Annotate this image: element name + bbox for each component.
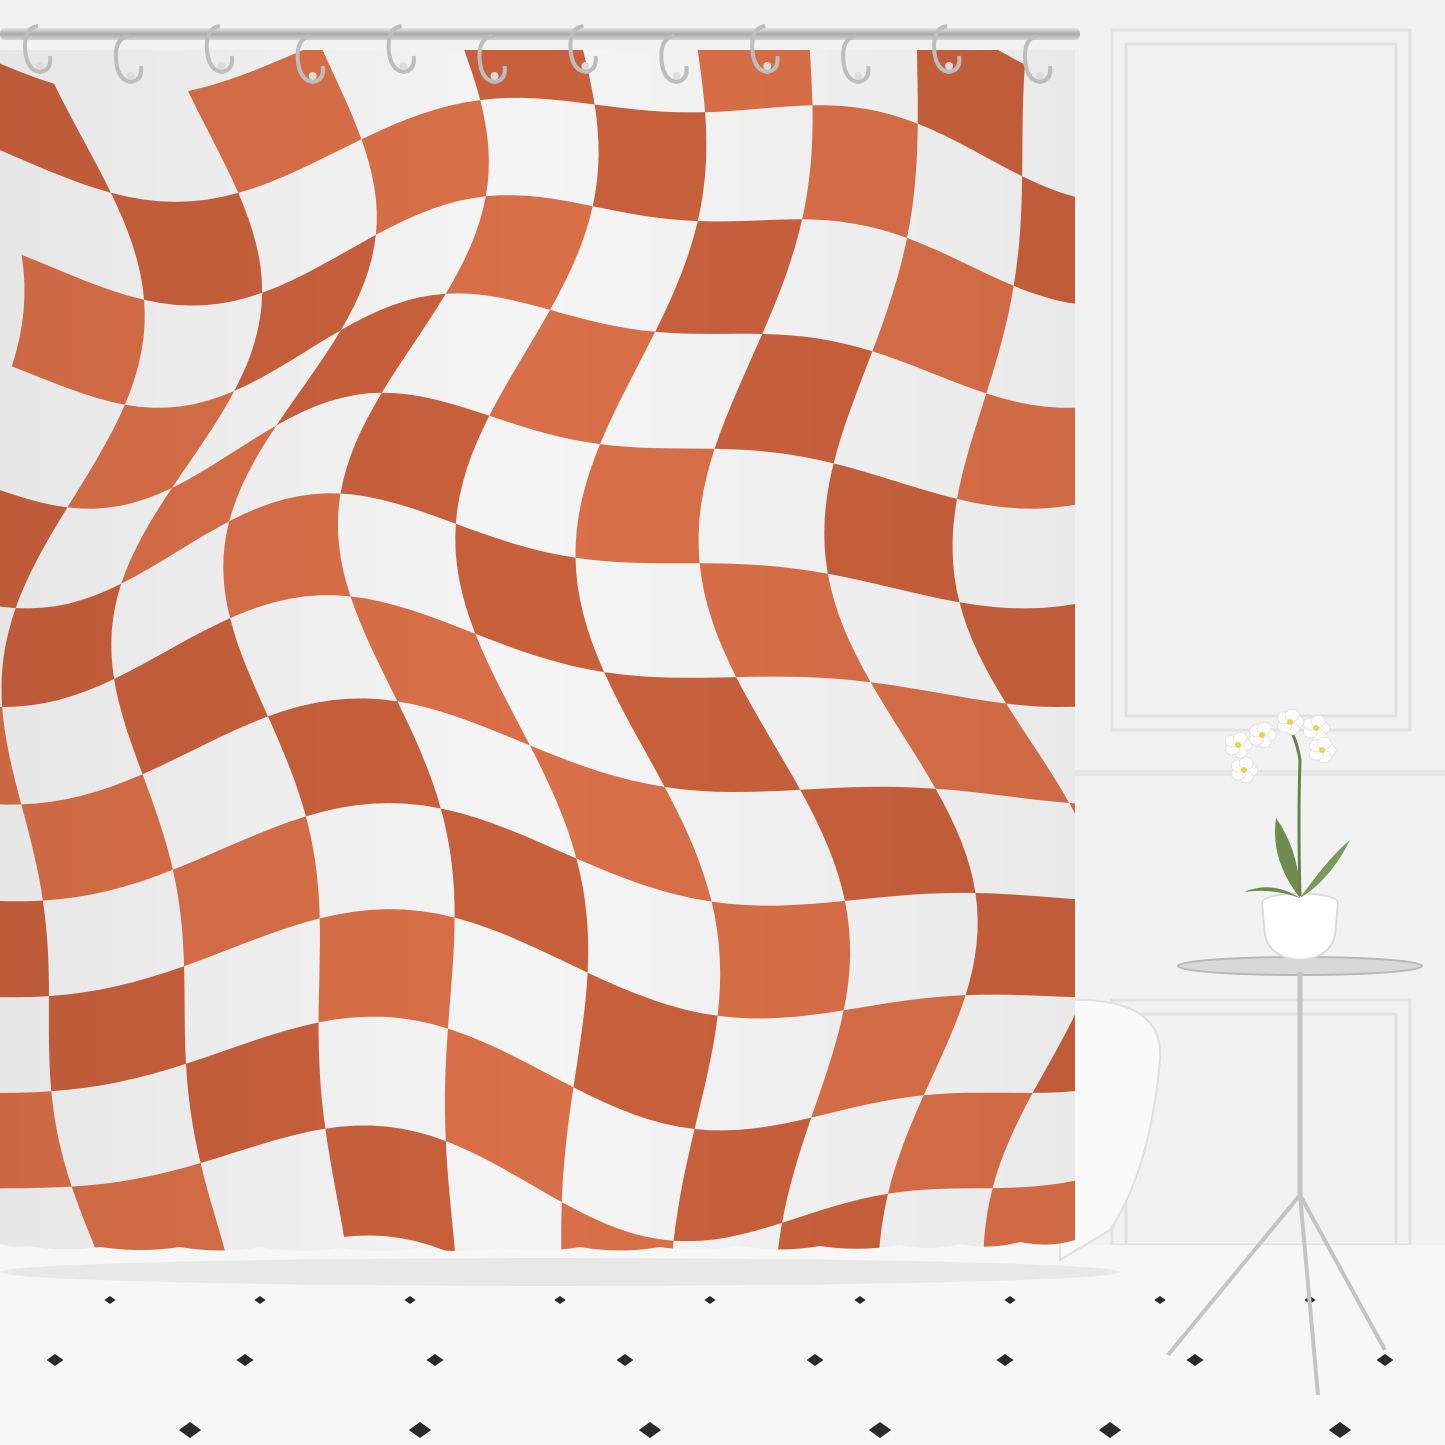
wall-chair-rail — [1075, 770, 1445, 776]
plant-pot — [1260, 891, 1340, 962]
bathroom-scene — [0, 0, 1445, 1445]
shower-curtain — [0, 50, 1075, 1251]
curtain-rod — [0, 28, 1080, 40]
bathtub-base-shadow — [0, 1258, 1120, 1286]
